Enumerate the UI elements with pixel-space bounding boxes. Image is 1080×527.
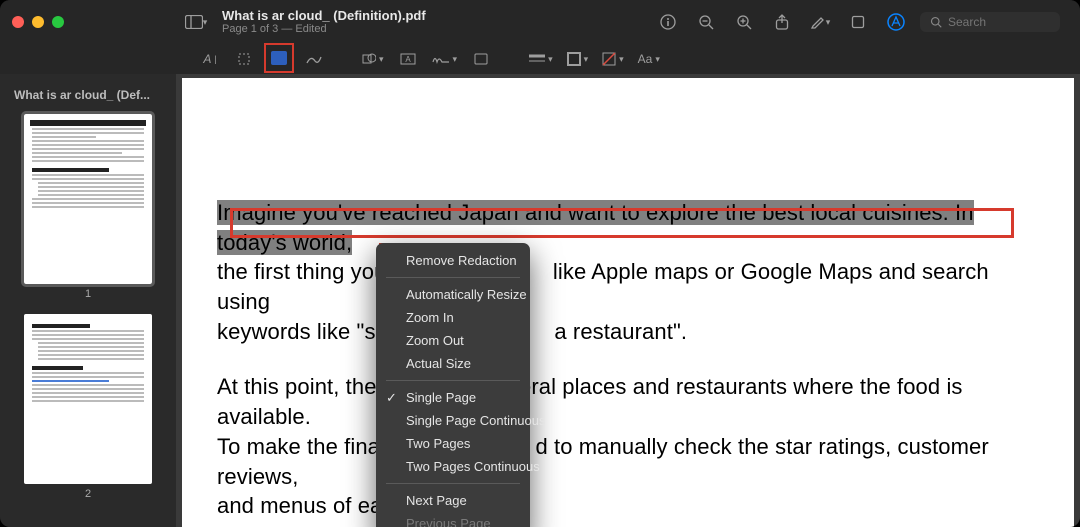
thumbnail-2-number: 2 — [85, 488, 91, 500]
titlebar-top: ▾ What is ar cloud_ (Definition).pdf Pag… — [0, 0, 1080, 44]
document-subtitle: Page 1 of 3 — Edited — [222, 23, 426, 36]
highlight-button[interactable]: ▾ — [806, 8, 834, 36]
titlebar-center: ▾ What is ar cloud_ (Definition).pdf Pag… — [182, 8, 654, 37]
svg-text:A: A — [405, 55, 411, 64]
menu-next-page[interactable]: Next Page — [376, 489, 530, 512]
chevron-down-icon: ▾ — [379, 54, 384, 65]
search-field[interactable] — [920, 12, 1060, 32]
title-meta: What is ar cloud_ (Definition).pdf Page … — [222, 8, 426, 37]
menu-single-page-continuous[interactable]: Single Page Continuous — [376, 409, 530, 432]
context-menu: Remove Redaction Automatically Resize Zo… — [376, 243, 530, 527]
rotate-button[interactable] — [844, 8, 872, 36]
search-icon — [930, 16, 942, 28]
markup-toolbar: A| ▾ A ▾ ▾ ▾ ▾ Aa▾ — [0, 44, 1080, 74]
chevron-down-icon: ▾ — [584, 54, 589, 65]
text-box-button[interactable]: A — [394, 47, 422, 71]
annotation-highlight-box-1 — [230, 208, 1014, 238]
thumbnail-1-wrap: 1 — [0, 114, 176, 300]
chevron-down-icon: ▾ — [826, 17, 831, 28]
menu-remove-redaction[interactable]: Remove Redaction — [376, 249, 530, 272]
fullscreen-window-button[interactable] — [52, 16, 64, 28]
zoom-in-button[interactable] — [730, 8, 758, 36]
traffic-lights — [12, 16, 182, 28]
border-color-button[interactable]: ▾ — [563, 47, 593, 71]
menu-actual-size[interactable]: Actual Size — [376, 352, 530, 375]
text-style-button[interactable]: A| — [196, 47, 224, 71]
shapes-button[interactable]: ▾ — [358, 47, 388, 71]
close-window-button[interactable] — [12, 16, 24, 28]
body: What is ar cloud_ (Def... 1 — [0, 74, 1080, 527]
search-input[interactable] — [948, 15, 1038, 29]
border-style-button[interactable]: ▾ — [525, 47, 557, 71]
fill-color-button[interactable]: ▾ — [598, 47, 628, 71]
menu-zoom-out[interactable]: Zoom Out — [376, 329, 530, 352]
app-window: ▾ What is ar cloud_ (Definition).pdf Pag… — [0, 0, 1080, 527]
document-title: What is ar cloud_ (Definition).pdf — [222, 8, 426, 24]
menu-zoom-in[interactable]: Zoom In — [376, 306, 530, 329]
titlebar-right: ▾ — [654, 8, 1068, 36]
chevron-down-icon: ▾ — [453, 54, 458, 65]
document-viewport[interactable]: Imagine you've reached Japan and want to… — [176, 74, 1080, 527]
redact-icon — [271, 51, 287, 65]
menu-previous-page: Previous Page — [376, 512, 530, 527]
note-button[interactable] — [467, 47, 495, 71]
font-button[interactable]: Aa▾ — [634, 47, 664, 71]
chevron-down-icon: ▾ — [203, 17, 208, 28]
share-button[interactable] — [768, 8, 796, 36]
sign-button[interactable]: ▾ — [428, 47, 462, 71]
thumbnails-sidebar: What is ar cloud_ (Def... 1 — [0, 74, 176, 527]
minimize-window-button[interactable] — [32, 16, 44, 28]
thumbnail-page-2[interactable] — [24, 314, 152, 484]
menu-two-pages-continuous[interactable]: Two Pages Continuous — [376, 455, 530, 478]
paragraph-2: At this point, the eral places and resta… — [217, 372, 1046, 520]
font-label: Aa — [638, 52, 653, 66]
sidebar-toggle-button[interactable]: ▾ — [182, 8, 210, 36]
menu-auto-resize[interactable]: Automatically Resize — [376, 283, 530, 306]
titlebar: ▾ What is ar cloud_ (Definition).pdf Pag… — [0, 0, 1080, 74]
chevron-down-icon: ▾ — [655, 54, 660, 65]
thumbnail-1-number: 1 — [85, 288, 91, 300]
sketch-button[interactable] — [300, 47, 328, 71]
info-button[interactable] — [654, 8, 682, 36]
menu-single-page[interactable]: Single Page — [376, 386, 530, 409]
thumbnail-page-1[interactable] — [24, 114, 152, 284]
chevron-down-icon: ▾ — [548, 54, 553, 65]
zoom-out-button[interactable] — [692, 8, 720, 36]
thumbnail-2-wrap: 2 — [0, 314, 176, 500]
page-1: Imagine you've reached Japan and want to… — [182, 78, 1074, 527]
sidebar-doc-title: What is ar cloud_ (Def... — [0, 84, 176, 114]
selection-tool-button[interactable] — [230, 47, 258, 71]
redact-tool-button[interactable] — [264, 43, 294, 73]
chevron-down-icon: ▾ — [619, 54, 624, 65]
markup-button[interactable] — [882, 8, 910, 36]
menu-two-pages[interactable]: Two Pages — [376, 432, 530, 455]
